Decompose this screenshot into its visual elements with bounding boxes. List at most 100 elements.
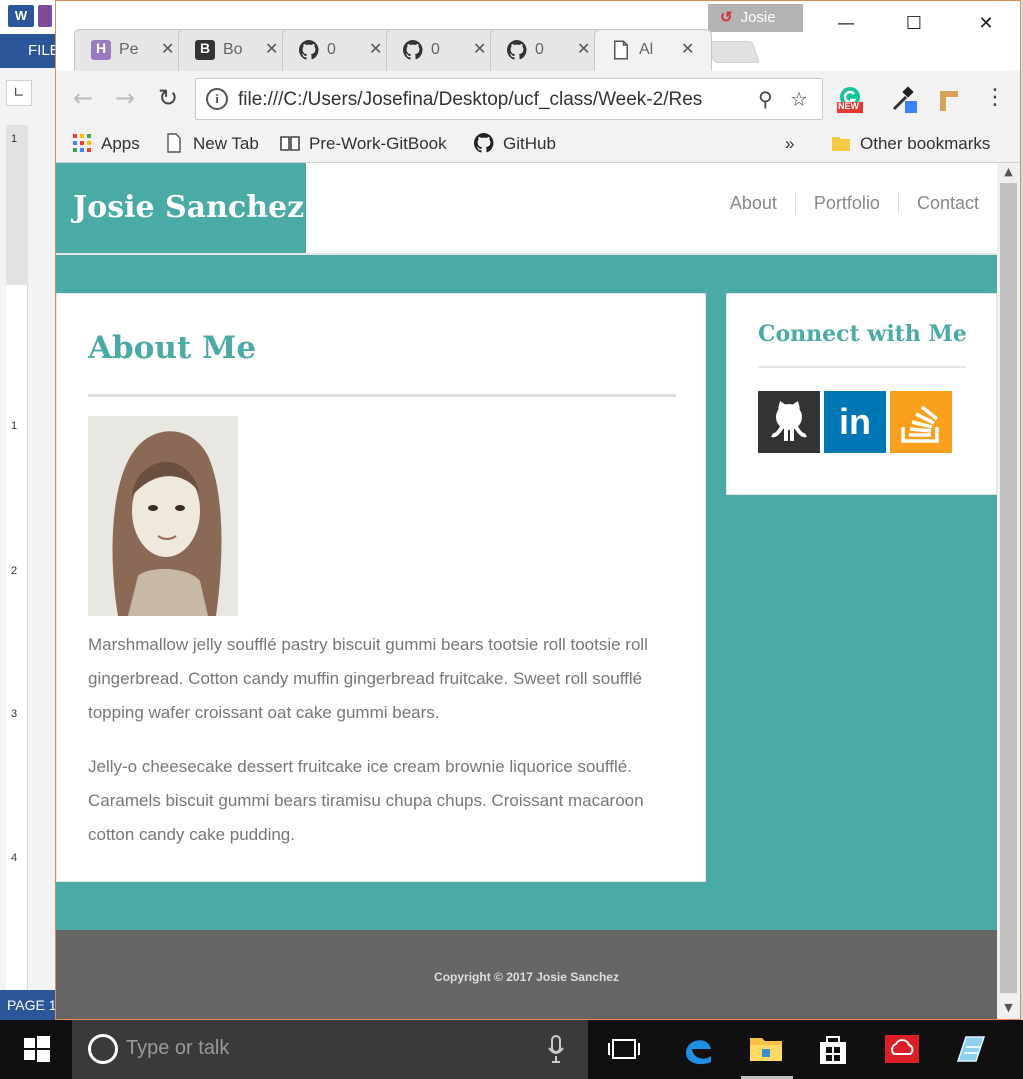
scroll-down-icon[interactable]: ▼ (997, 999, 1020, 1017)
browser-tab[interactable]: 0 ✕ (282, 29, 400, 71)
tab-title: 0 (327, 41, 336, 58)
profile-button[interactable]: ↺ Josie (708, 4, 803, 32)
word-app-icon[interactable]: W (8, 5, 34, 27)
file-explorer-icon[interactable] (746, 1029, 786, 1069)
taskbar-search[interactable]: Type or talk (72, 1020, 588, 1079)
github-social-icon[interactable] (758, 391, 820, 453)
word-page-status[interactable]: PAGE 1 (0, 990, 56, 1020)
windows-start-icon[interactable] (0, 1020, 72, 1079)
task-view-icon[interactable] (604, 1029, 644, 1069)
vertical-ruler: 1 1 2 3 4 (6, 125, 28, 1005)
close-tab-icon[interactable]: ✕ (473, 39, 486, 58)
close-window-button[interactable]: ✕ (964, 7, 1008, 41)
folder-icon (832, 136, 850, 151)
notepad-icon[interactable] (950, 1029, 990, 1069)
github-icon (299, 40, 319, 60)
stackoverflow-social-icon[interactable] (890, 391, 952, 453)
bookmark-apps[interactable]: Apps (72, 131, 140, 157)
ruler-extension-icon[interactable] (934, 85, 962, 113)
chrome-titlebar: ↺ Josie — ☐ ✕ H Pe ✕ B Bo ✕ 0 ✕ 0 ✕ 0 ✕ (56, 1, 1020, 71)
store-icon[interactable] (813, 1029, 853, 1069)
back-icon[interactable]: ← (68, 83, 98, 113)
book-icon (280, 135, 300, 151)
ruler-number: 2 (11, 565, 18, 577)
tab-title: 0 (535, 41, 544, 58)
linkedin-label: in (839, 401, 871, 442)
ruler-number: 1 (11, 420, 18, 432)
close-tab-icon[interactable]: ✕ (265, 39, 278, 58)
github-icon (474, 132, 494, 153)
connect-card: Connect with Me in (726, 293, 997, 495)
scroll-up-icon[interactable]: ▲ (997, 163, 1020, 181)
word-file-menu[interactable]: FILE (0, 34, 56, 68)
edge-browser-icon[interactable] (678, 1029, 718, 1069)
tab-selector-icon[interactable]: ∟ (6, 80, 32, 106)
bookmark-label: Other bookmarks (860, 134, 991, 153)
browser-tab[interactable]: H Pe ✕ (74, 29, 192, 71)
word-window: W FILE ∟ 1 1 2 3 4 PAGE 1 (0, 0, 56, 1020)
divider (88, 394, 676, 397)
close-tab-icon[interactable]: ✕ (577, 39, 590, 58)
page-scrollbar[interactable]: ▲ ▼ (997, 163, 1020, 1019)
onenote-app-icon[interactable] (38, 5, 52, 27)
bookmark-new-tab[interactable]: New Tab (164, 131, 259, 157)
bootstrap-icon: B (195, 40, 215, 60)
close-tab-icon[interactable]: ✕ (369, 39, 382, 58)
browser-tab[interactable]: 0 ✕ (386, 29, 504, 71)
chrome-menu-icon[interactable]: ⋮ (980, 83, 1010, 113)
browser-tab-active[interactable]: Al ✕ (594, 29, 712, 71)
site-nav: About Portfolio Contact (712, 193, 997, 214)
search-placeholder[interactable]: Type or talk (126, 1037, 229, 1060)
microphone-icon[interactable] (548, 1034, 564, 1064)
bookmark-label: Pre-Work-GitBook (309, 134, 447, 153)
address-bar[interactable]: i file:///C:/Users/Josefina/Desktop/ucf_… (195, 78, 823, 120)
browser-tab[interactable]: 0 ✕ (490, 29, 608, 71)
tab-title: Al (639, 41, 654, 58)
ruler-number: 3 (11, 708, 18, 720)
minimize-button[interactable]: — (824, 7, 868, 41)
close-tab-icon[interactable]: ✕ (161, 39, 174, 58)
word-titlebar: W (0, 0, 56, 34)
scroll-thumb[interactable] (1000, 183, 1017, 993)
bookmark-label: GitHub (503, 134, 556, 153)
bookmark-other[interactable]: Other bookmarks (831, 131, 990, 157)
nav-link-contact[interactable]: Contact (897, 193, 997, 214)
ruler-number: 1 (11, 133, 18, 145)
url-text[interactable]: file:///C:/Users/Josefina/Desktop/ucf_cl… (238, 89, 748, 111)
github-icon (507, 40, 527, 60)
forward-icon[interactable]: → (110, 83, 140, 113)
extension-badge: NEW (838, 101, 859, 111)
chrome-toolbar: ← → ↻ i file:///C:/Users/Josefina/Deskto… (56, 71, 1020, 127)
profile-photo (88, 416, 238, 616)
bookmark-prework-gitbook[interactable]: Pre-Work-GitBook (280, 131, 447, 157)
bookmarks-bar: Apps New Tab Pre-Work-GitBook GitHub » O… (56, 127, 1020, 163)
about-paragraph: Marshmallow jelly soufflé pastry biscuit… (88, 635, 648, 722)
zoom-icon[interactable]: ⚲ (758, 87, 773, 111)
nav-link-portfolio[interactable]: Portfolio (794, 193, 898, 214)
page-icon (167, 132, 181, 153)
reload-icon[interactable]: ↻ (153, 83, 183, 113)
eyedropper-extension-icon[interactable] (890, 85, 918, 113)
maximize-button[interactable]: ☐ (892, 7, 936, 41)
nav-link-about[interactable]: About (712, 193, 795, 214)
site-footer: Copyright © 2017 Josie Sanchez (56, 930, 997, 1019)
site-brand[interactable]: Josie Sanchez (56, 163, 306, 253)
linkedin-social-icon[interactable]: in (824, 391, 886, 453)
browser-tab[interactable]: B Bo ✕ (178, 29, 296, 71)
github-icon (403, 40, 423, 60)
connect-title: Connect with Me (758, 321, 967, 347)
tab-title: 0 (431, 41, 440, 58)
site-header: Josie Sanchez About Portfolio Contact (56, 163, 997, 255)
close-tab-icon[interactable]: ✕ (681, 39, 694, 58)
heroku-icon: H (91, 40, 111, 60)
bookmark-github[interactable]: GitHub (474, 131, 556, 157)
bookmark-label: Apps (101, 134, 140, 153)
cortana-icon[interactable] (88, 1034, 118, 1064)
new-tab-button[interactable] (705, 41, 761, 63)
creative-cloud-icon[interactable] (882, 1029, 922, 1069)
grammarly-extension-icon[interactable]: NEW (836, 85, 864, 113)
bookmarks-overflow-button[interactable]: » (785, 131, 794, 157)
info-icon[interactable]: i (206, 88, 228, 110)
bookmark-star-icon[interactable]: ☆ (790, 87, 808, 111)
tab-title: Pe (119, 41, 139, 58)
